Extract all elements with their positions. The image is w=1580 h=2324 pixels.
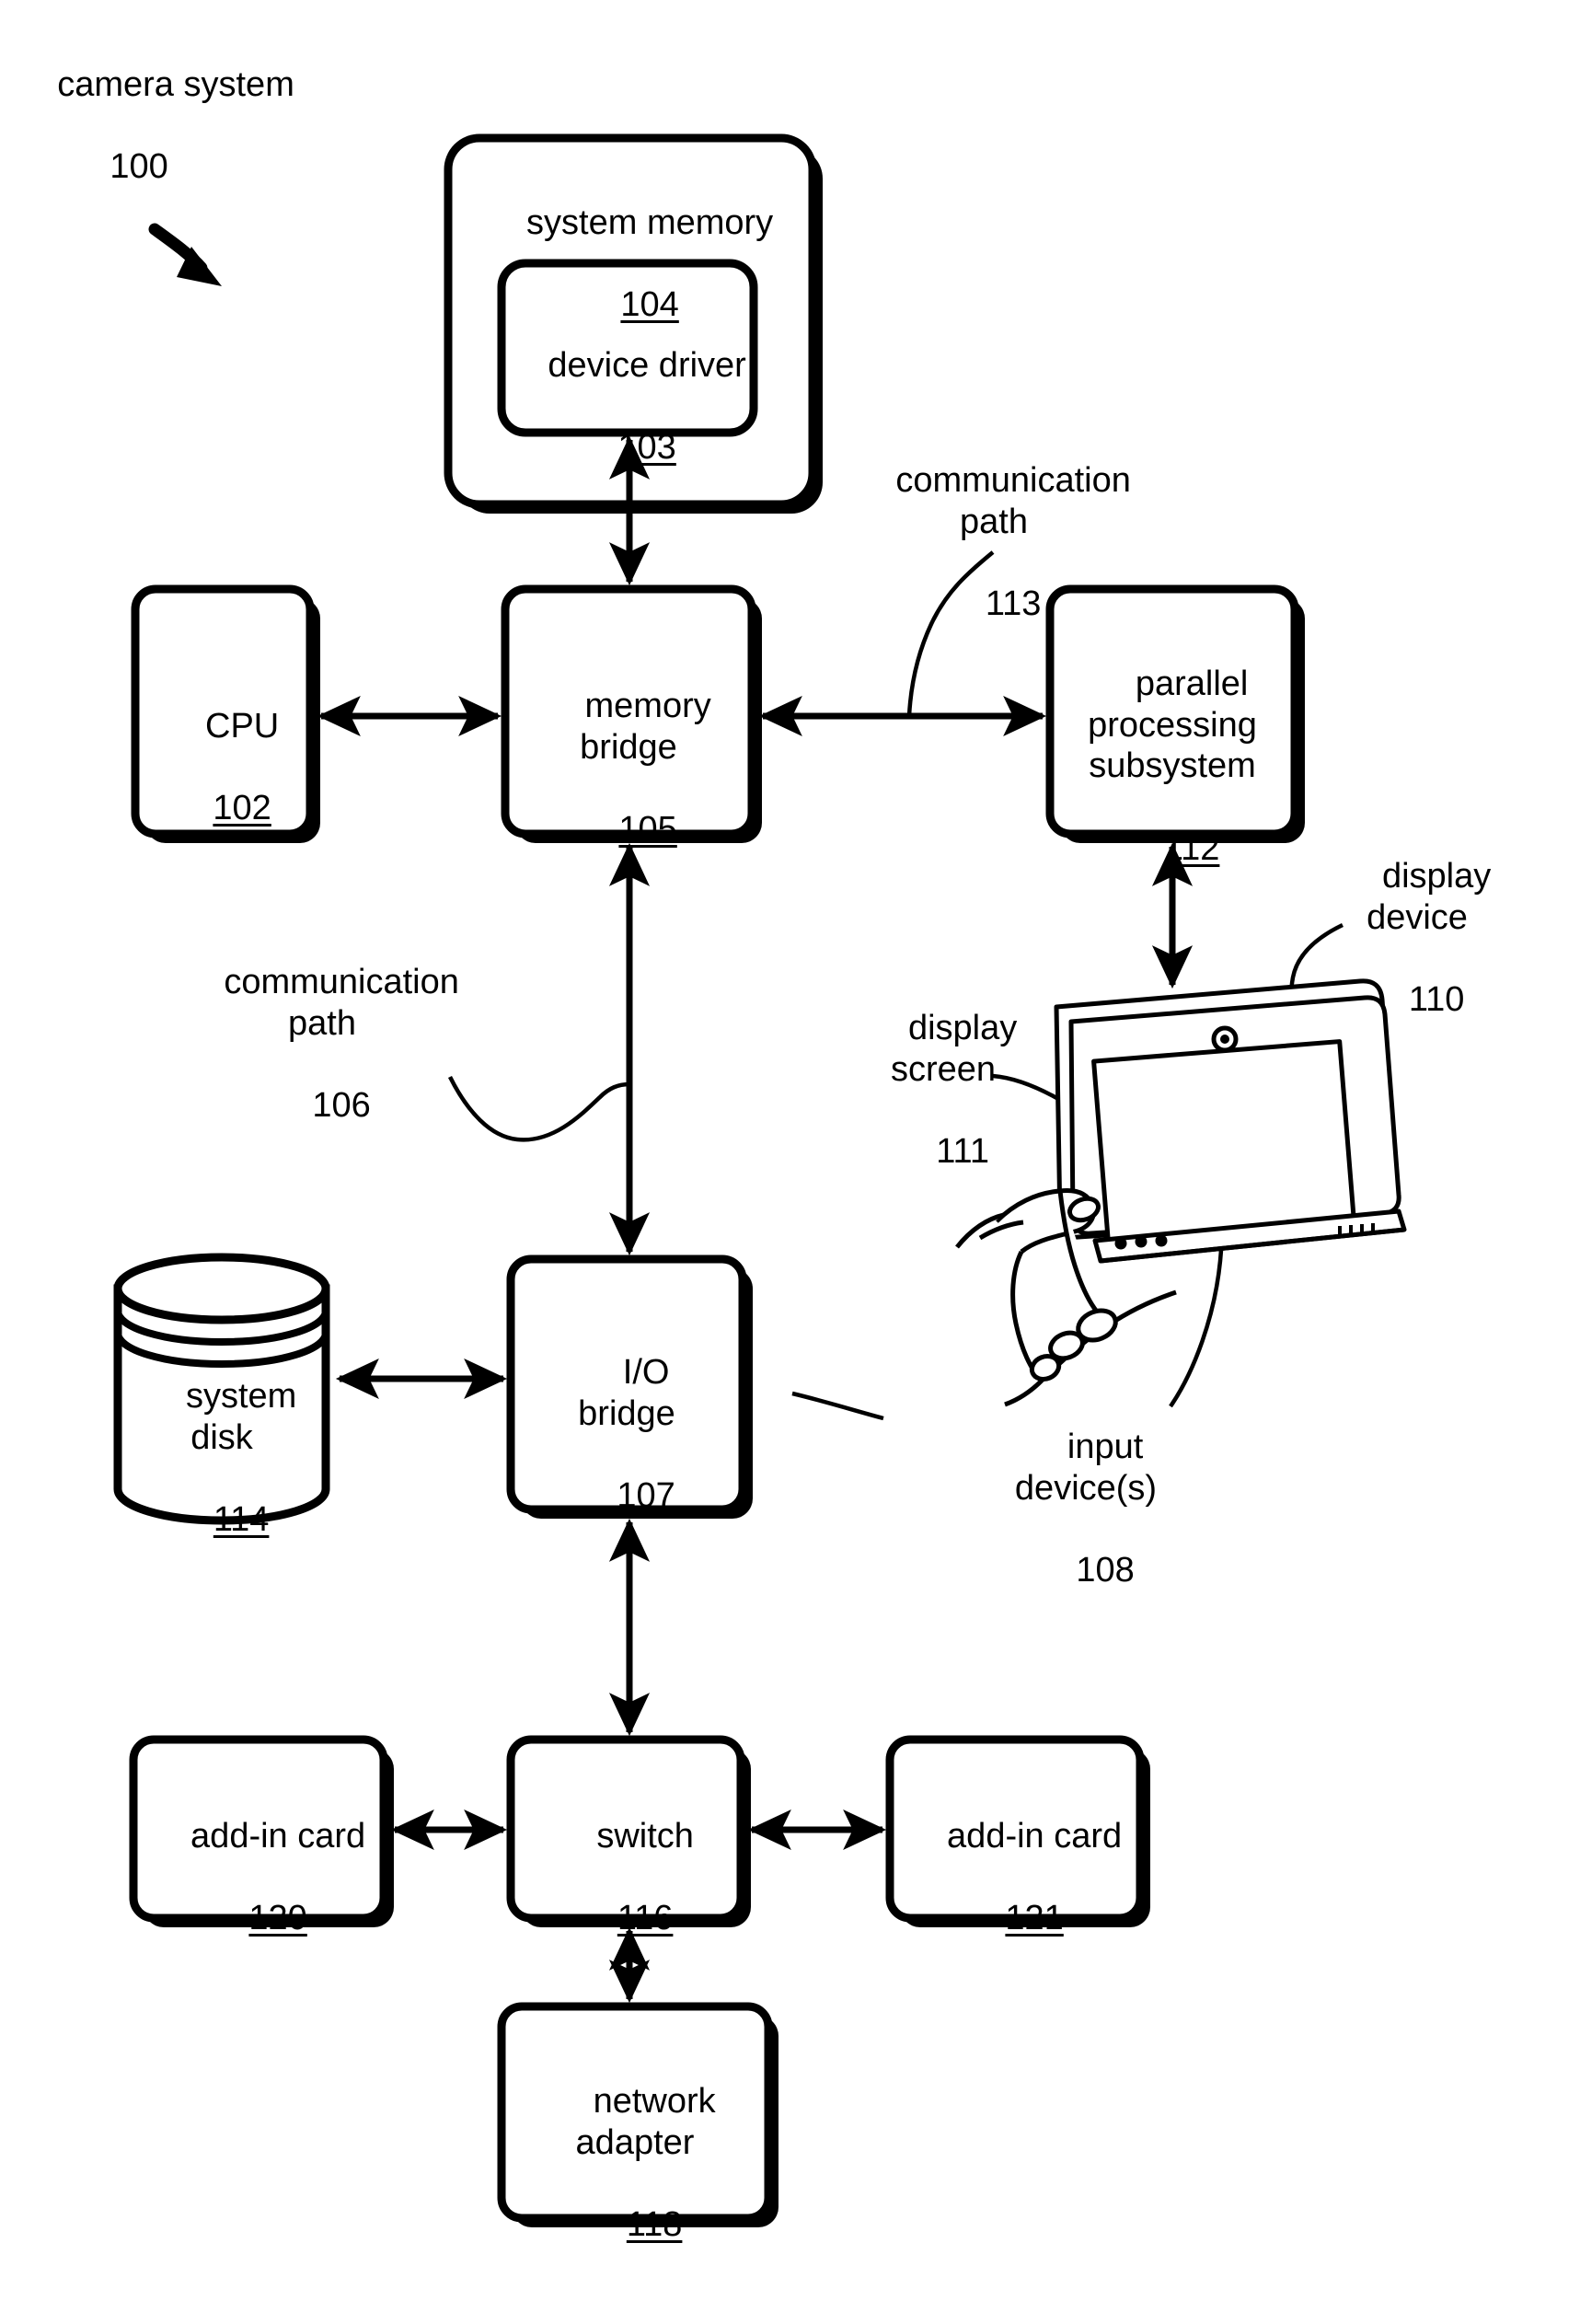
label-switch-text: switch: [596, 1816, 694, 1856]
label-display-device-110-ref: 110: [1408, 980, 1465, 1020]
figure-title-ref: 100: [110, 147, 168, 187]
label-network-adapter-ref: 118: [626, 2205, 683, 2245]
label-io-bridge-ref: 107: [617, 1476, 675, 1516]
label-cpu-ref: 102: [213, 789, 271, 828]
label-pps-text: parallel processing subsystem: [1088, 664, 1257, 786]
label-display-screen-111-text: display screen: [890, 1008, 1018, 1089]
label-memory-bridge-text: memory bridge: [580, 686, 711, 767]
label-system-memory-text: system memory: [526, 202, 774, 242]
label-add-in-card-120-ref: 120: [248, 1899, 307, 1938]
label-communication-path-106: communication path 106: [184, 920, 460, 1168]
label-switch: switch 116: [511, 1775, 741, 1981]
label-device-driver: device driver 103: [502, 304, 754, 510]
figure-title-text: camera system: [57, 64, 294, 104]
label-network-adapter: network adapter 118: [502, 2040, 768, 2287]
label-communication-path-113-ref: 113: [985, 584, 1042, 624]
figure-title-label: camera system 100: [18, 23, 294, 229]
label-communication-path-106-ref: 106: [312, 1086, 371, 1126]
label-cpu: CPU 102: [135, 665, 310, 871]
label-add-in-card-120: add-in card 120: [133, 1775, 384, 1981]
label-cpu-text: CPU: [205, 706, 280, 746]
label-input-devices-108: input device(s) 108: [966, 1385, 1205, 1633]
camera-system-leader-arrow: [148, 223, 222, 286]
label-input-devices-108-ref: 108: [1076, 1551, 1135, 1590]
label-communication-path-106-text: communication path: [224, 962, 459, 1043]
label-communication-path-113-text: communication path: [895, 460, 1131, 541]
label-input-devices-108-text: input device(s): [1014, 1427, 1158, 1508]
leader-input-devices-108-left: [791, 1391, 884, 1421]
label-memory-bridge-ref: 105: [618, 810, 677, 850]
label-system-disk: system disk 114: [118, 1335, 326, 1582]
leader-communication-path-106: [447, 1075, 630, 1142]
label-communication-path-113: communication path 113: [856, 419, 1132, 666]
label-add-in-card-121: add-in card 121: [890, 1775, 1140, 1981]
tablet-display-screen: [1091, 1039, 1356, 1243]
tablet-camera-lens-inner: [1220, 1035, 1229, 1044]
label-add-in-card-120-text: add-in card: [190, 1816, 366, 1856]
label-add-in-card-121-text: add-in card: [947, 1816, 1123, 1856]
patent-figure-camera-system: camera system 100 system memory 104 devi…: [0, 0, 1580, 2324]
label-display-device-110: display device 110: [1325, 815, 1509, 1062]
label-switch-ref: 116: [617, 1899, 674, 1938]
label-system-disk-ref: 114: [213, 1500, 270, 1540]
label-device-driver-text: device driver: [548, 345, 746, 385]
label-pps-ref: 112: [1163, 829, 1220, 869]
label-device-driver-ref: 103: [617, 428, 676, 468]
label-network-adapter-text: network adapter: [575, 2081, 716, 2162]
label-add-in-card-121-ref: 121: [1005, 1899, 1064, 1938]
label-io-bridge-text: I/O bridge: [578, 1352, 675, 1433]
label-display-screen-111-ref: 111: [936, 1132, 989, 1172]
label-display-device-110-text: display device: [1367, 856, 1492, 937]
label-display-screen-111: display screen 111: [856, 966, 1031, 1214]
label-system-disk-text: system disk: [185, 1376, 297, 1457]
label-memory-bridge: memory bridge 105: [505, 644, 752, 892]
label-io-bridge: I/O bridge 107: [511, 1311, 743, 1558]
